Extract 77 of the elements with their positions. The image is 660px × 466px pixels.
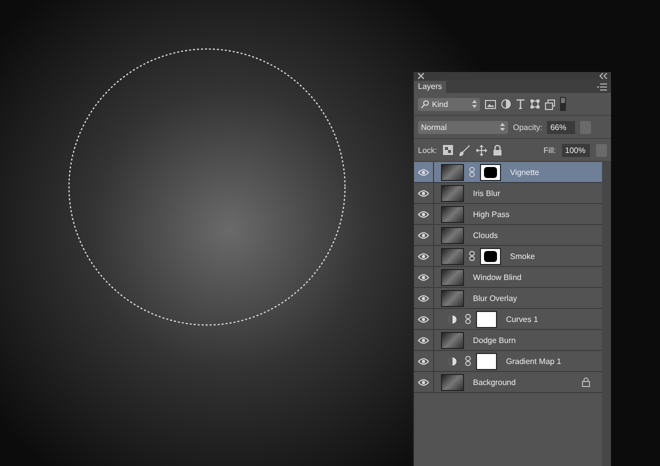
eye-icon[interactable]: [418, 378, 429, 386]
layer-thumbnail[interactable]: [441, 226, 464, 244]
fill-label: Fill:: [544, 146, 556, 154]
layer-name: Vignette: [510, 168, 540, 176]
layer-row[interactable]: Smoke: [414, 246, 602, 267]
layers-tab[interactable]: Layers: [414, 81, 446, 93]
layer-name: High Pass: [473, 210, 510, 218]
layer-row[interactable]: Dodge Burn: [414, 330, 602, 351]
type-icon[interactable]: [516, 99, 525, 109]
link-icon: [465, 356, 471, 366]
checkerboard-icon[interactable]: [443, 145, 454, 155]
eye-icon[interactable]: [418, 168, 429, 176]
layer-thumbnail[interactable]: [441, 290, 464, 306]
search-icon: [421, 100, 429, 108]
layer-thumbnail[interactable]: [441, 248, 464, 264]
link-icon: [469, 251, 475, 261]
collapse-icon[interactable]: [599, 73, 607, 79]
eye-icon[interactable]: [418, 294, 429, 302]
layer-row[interactable]: Curves 1: [414, 309, 602, 330]
layer-row[interactable]: Background: [414, 372, 602, 393]
layer-thumbnail[interactable]: [441, 184, 464, 202]
layer-thumbnail[interactable]: [441, 374, 464, 390]
layer-name: Curves 1: [506, 314, 540, 324]
layer-row[interactable]: High Pass: [414, 204, 602, 225]
mask-thumbnail[interactable]: [480, 164, 501, 180]
layer-thumbnail[interactable]: [441, 206, 464, 222]
eye-icon[interactable]: [418, 336, 429, 344]
scrollbar[interactable]: [602, 162, 611, 466]
menu-icon[interactable]: [597, 83, 607, 91]
eye-icon[interactable]: [418, 274, 429, 280]
mask-thumbnail[interactable]: [480, 248, 501, 264]
layer-row[interactable]: Iris Blur: [414, 183, 602, 204]
eye-icon[interactable]: [418, 232, 429, 238]
layer-name: Blur Overlay: [473, 294, 518, 302]
blend-mode-dropdown[interactable]: Normal: [418, 120, 508, 134]
layer-row[interactable]: Window Blind: [414, 267, 602, 288]
eye-icon[interactable]: [418, 210, 429, 218]
mask-thumbnail[interactable]: [476, 352, 497, 370]
smart-object-icon[interactable]: [545, 98, 555, 110]
link-icon: [469, 167, 475, 177]
layer-thumbnail[interactable]: [441, 164, 464, 180]
adjustment-icon: [448, 314, 457, 324]
layer-name: Window Blind: [473, 272, 522, 282]
adjustment-icon: [448, 356, 457, 366]
opacity-field[interactable]: 66%: [547, 120, 576, 134]
transform-icon[interactable]: [530, 99, 540, 109]
stepper-icon: [500, 123, 505, 131]
eye-icon[interactable]: [418, 316, 429, 322]
lock-label: Lock:: [418, 146, 438, 154]
stepper-icon: [472, 100, 477, 108]
half-circle-icon[interactable]: [501, 99, 511, 109]
mask-thumbnail[interactable]: [476, 310, 497, 328]
layer-row[interactable]: Clouds: [414, 225, 602, 246]
layer-name: Clouds: [473, 230, 499, 240]
brush-icon[interactable]: [459, 144, 470, 156]
fill-field[interactable]: 100%: [562, 144, 590, 156]
opacity-label: Opacity:: [513, 122, 542, 132]
close-icon[interactable]: [418, 73, 424, 79]
image-icon[interactable]: [485, 100, 496, 108]
filter-toggle-icon[interactable]: [560, 97, 566, 111]
layer-thumbnail[interactable]: [441, 268, 464, 286]
layer-row[interactable]: Vignette: [414, 162, 602, 183]
layer-name: Dodge Burn: [473, 336, 517, 344]
layer-name: Smoke: [510, 252, 536, 260]
layer-row[interactable]: Gradient Map 1: [414, 351, 602, 372]
link-icon: [465, 314, 471, 324]
layer-row[interactable]: Blur Overlay: [414, 288, 602, 309]
layer-thumbnail[interactable]: [441, 332, 464, 348]
eye-icon[interactable]: [418, 190, 429, 196]
layer-name: Iris Blur: [473, 188, 502, 198]
layer-name: Gradient Map 1: [506, 356, 562, 366]
filter-dropdown[interactable]: Kind: [418, 98, 480, 110]
layer-name: Background: [473, 378, 517, 386]
eye-icon[interactable]: [418, 358, 429, 364]
lock-icon[interactable]: [493, 144, 502, 156]
eye-icon[interactable]: [418, 252, 429, 260]
move-icon[interactable]: [476, 144, 488, 156]
